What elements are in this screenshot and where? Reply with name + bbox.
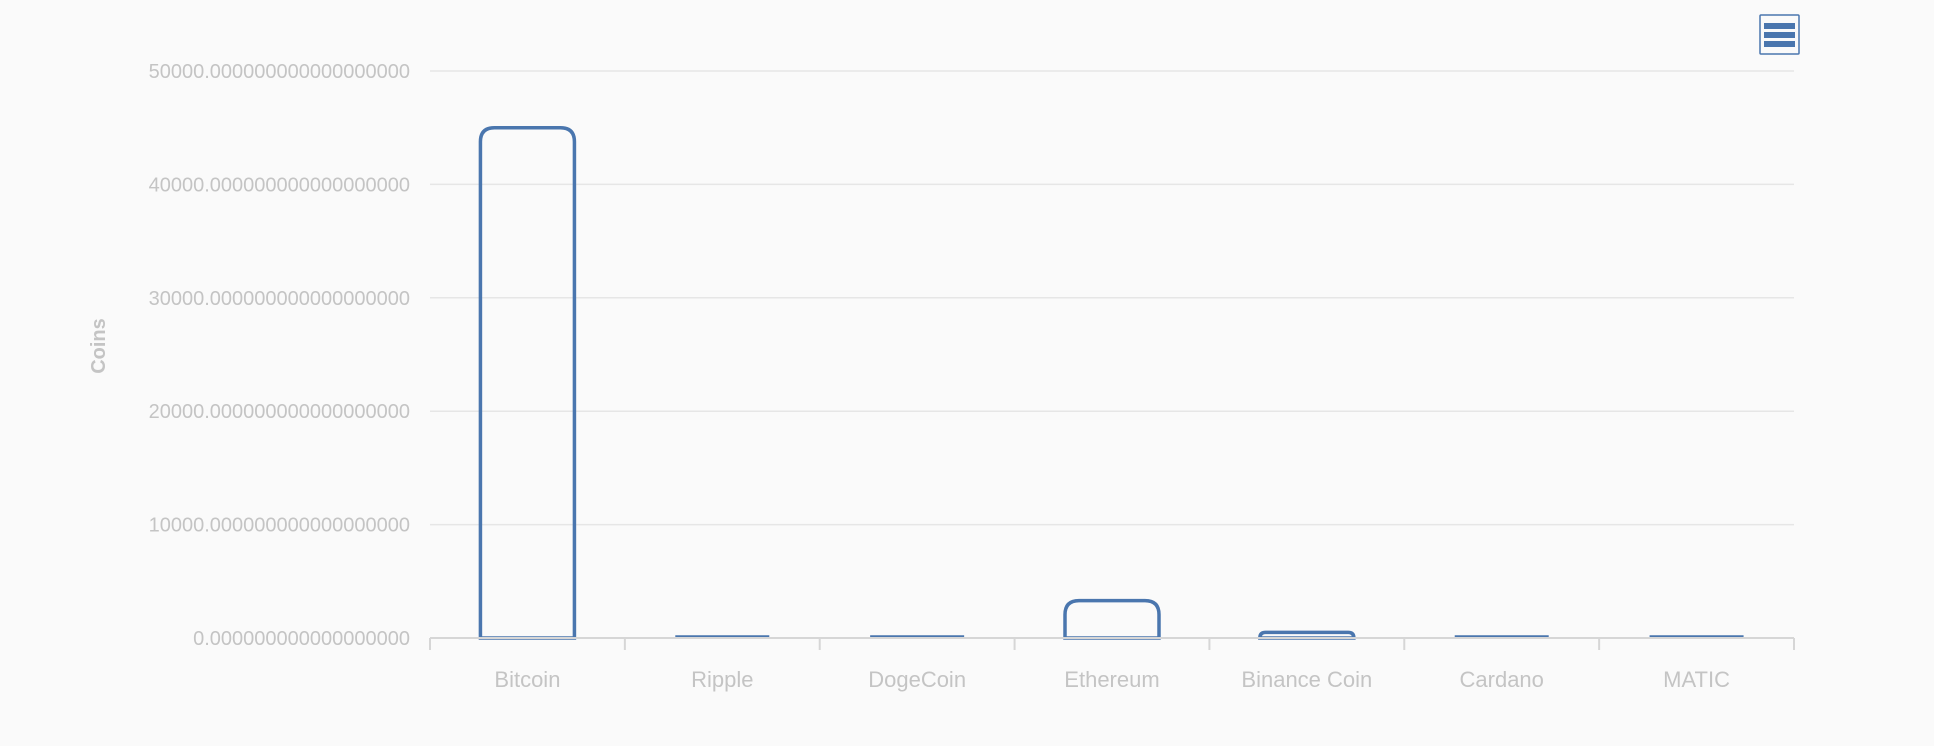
y-tick-label: 10000.000000000000000000 <box>149 515 410 537</box>
chart-menu-button[interactable] <box>1759 14 1800 55</box>
x-tick-label: DogeCoin <box>868 667 966 692</box>
x-tick-label: Ripple <box>691 667 753 692</box>
x-tick-label: Bitcoin <box>494 667 560 692</box>
chart-container: 0.000000000000000000 10000.00000000000000… <box>0 0 1934 746</box>
y-axis-title: Coins <box>88 318 110 374</box>
grid-layer <box>430 70 1794 526</box>
bar-chart: 0.000000000000000000 10000.00000000000000… <box>88 14 1800 692</box>
x-tick-label: Cardano <box>1460 667 1544 692</box>
hamburger-menu-icon <box>1764 23 1795 47</box>
y-axis-ticks: 0.000000000000000000 10000.00000000000000… <box>149 61 410 650</box>
x-axis: Bitcoin Ripple DogeCoin Ethereum Binance Coi… <box>429 637 1795 692</box>
y-tick-label: 30000.000000000000000000 <box>149 288 410 310</box>
y-tick-label: 40000.000000000000000000 <box>149 174 410 196</box>
x-tick-label: MATIC <box>1663 667 1730 692</box>
x-tick-label: Binance Coin <box>1241 667 1372 692</box>
y-tick-label: 20000.000000000000000000 <box>149 401 410 423</box>
bars <box>478 125 1744 640</box>
bar-ethereum[interactable] <box>1063 598 1161 640</box>
bar-bitcoin[interactable] <box>478 125 577 640</box>
y-tick-label: 50000.000000000000000000 <box>149 61 410 83</box>
x-tick-label: Ethereum <box>1064 667 1159 692</box>
y-tick-label: 0.000000000000000000 <box>193 628 410 650</box>
